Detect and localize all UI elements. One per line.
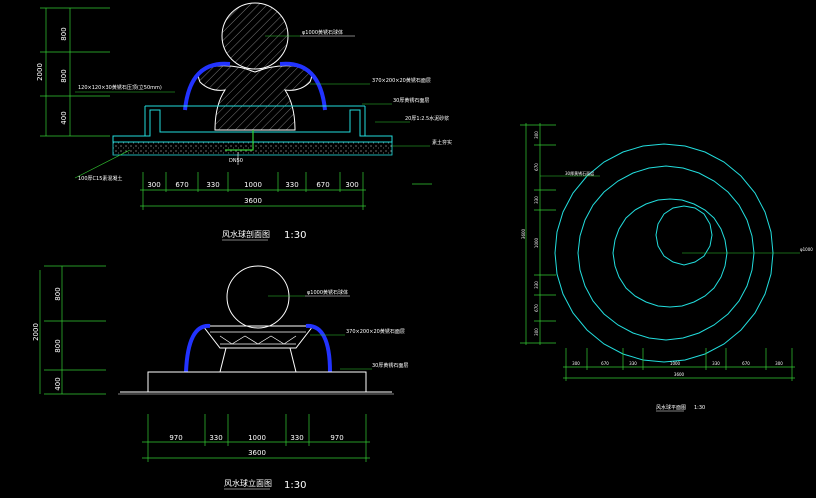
elevation-total-height: 2000: [32, 323, 40, 341]
plan-left-dim-4: 1000: [534, 237, 539, 248]
elevation-water-right: [305, 323, 332, 373]
plan-title: 风水球平面图: [656, 404, 686, 411]
elevation-height-3: 400: [54, 377, 62, 390]
section-dim-4: 1000: [244, 181, 262, 189]
elevation-scale: 1:30: [284, 480, 306, 491]
section-note-pipe: DN50: [229, 158, 243, 164]
plan-bottom-dim-4: 1000: [670, 361, 681, 366]
section-scale: 1:30: [284, 230, 306, 241]
section-height-2: 800: [60, 69, 68, 82]
elevation-stem: [219, 347, 297, 373]
elevation-note-ball: φ1000黄锈石球体: [307, 289, 348, 296]
plan-note-right: φ1000: [800, 247, 813, 252]
section-note-right2: 30厚黄锈石面层: [393, 97, 429, 104]
elevation-dim-4: 330: [290, 434, 303, 442]
section-dim-5: 330: [285, 181, 298, 189]
plan-bottom-dim-2: 670: [601, 361, 609, 366]
section-note-right4: 素土夯实: [432, 139, 452, 146]
plan-total-height: 3600: [521, 228, 526, 239]
plan-left-dim-6: 670: [534, 304, 539, 312]
cad-drawing-canvas: 800 800 400 2000 300 670 330 1000 330 67…: [32, 2, 813, 491]
section-dim-1: 300: [147, 181, 160, 189]
elevation-dim-1: 970: [169, 434, 182, 442]
section-note-ball: φ1000黄锈石球体: [302, 29, 343, 36]
section-dim-2: 670: [175, 181, 188, 189]
section-total-width: 3600: [244, 197, 262, 205]
elevation-dim-5: 970: [330, 434, 343, 442]
plan-left-dim-7: 300: [534, 328, 539, 336]
elevation-total-width: 3600: [248, 449, 266, 457]
section-title: 风水球剖面图: [222, 229, 270, 239]
section-height-3: 400: [60, 111, 68, 124]
elevation-note-right1: 370×200×20黄锈石面层: [346, 328, 405, 335]
plan-total-width: 3600: [674, 372, 685, 377]
elevation-height-2: 800: [54, 339, 62, 352]
plan-bottom-dim-6: 670: [742, 361, 750, 366]
elevation-dim-3: 1000: [248, 434, 266, 442]
elevation-view: 800 800 400 2000 970 330 1000 330 970 36…: [32, 265, 408, 491]
section-view: 800 800 400 2000 300 670 330 1000 330 67…: [36, 2, 452, 241]
plan-left-dim-5: 330: [534, 281, 539, 289]
section-note-right1: 370×200×20黄锈石面层: [372, 77, 431, 84]
section-height-1: 800: [60, 27, 68, 40]
section-dim-7: 300: [345, 181, 358, 189]
elevation-dim-2: 330: [209, 434, 222, 442]
plan-bottom-dim-7: 300: [775, 361, 783, 366]
plan-bottom-dim-5: 330: [712, 361, 720, 366]
elevation-height-1: 800: [54, 287, 62, 300]
plan-note-left: 30厚黄锈石面层: [565, 170, 594, 176]
section-note-left-bottom: 100厚C15素混凝土: [78, 175, 122, 182]
plan-left-dim-3: 330: [534, 196, 539, 204]
section-pedestal: [197, 65, 313, 131]
section-total-height: 2000: [36, 63, 44, 81]
plan-scale: 1:30: [694, 405, 705, 411]
elevation-ball: [226, 265, 290, 329]
elevation-bowl: [201, 325, 315, 349]
plan-view: 300 670 330 1000 330 670 300 3600 300 67…: [520, 123, 813, 412]
elevation-note-right2: 30厚黄锈石面层: [372, 362, 408, 369]
section-vertical-dims: [40, 7, 110, 137]
plan-left-dim-1: 300: [534, 131, 539, 139]
section-note-left-top: 120×120×30黄锈石压顶(立50mm): [78, 84, 162, 91]
elevation-basin: [147, 371, 367, 393]
elevation-vertical-dims: [39, 265, 106, 395]
plan-bottom-dim-1: 300: [572, 361, 580, 366]
plan-left-dim-2: 670: [534, 163, 539, 171]
elevation-title: 风水球立面图: [224, 478, 272, 488]
elevation-water-left: [184, 323, 211, 373]
section-note-right3: 20厚1:2.5水泥砂浆: [405, 115, 449, 122]
section-dim-3: 330: [206, 181, 219, 189]
plan-bottom-dim-3: 330: [629, 361, 637, 366]
plan-ring-inner: [655, 205, 713, 266]
section-dim-6: 670: [316, 181, 329, 189]
